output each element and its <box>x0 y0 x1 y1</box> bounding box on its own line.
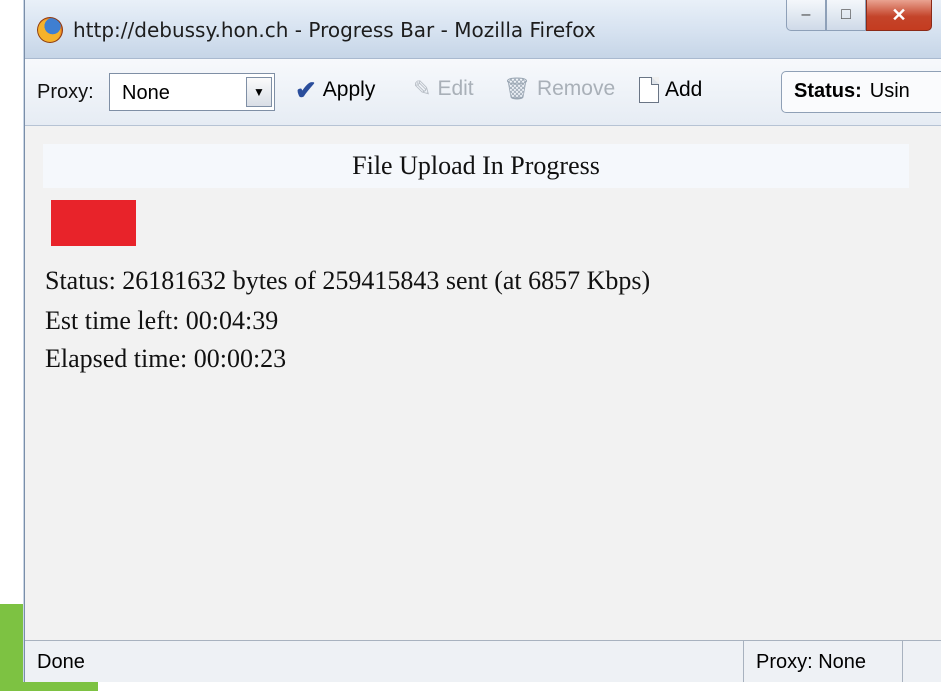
apply-button[interactable]: ✔ Apply <box>295 77 375 103</box>
add-label: Add <box>665 78 703 101</box>
elapsed-time-text: Elapsed time: 00:00:23 <box>45 344 287 373</box>
window-title: http://debussy.hon.ch - Progress Bar - M… <box>73 18 596 42</box>
proxy-toolbar: Proxy: None ▼ ✔ Apply ✎ Edit 🗑 Remove Ad… <box>25 59 941 126</box>
edit-label: Edit <box>437 77 474 100</box>
progress-bar <box>51 200 651 246</box>
status-bar-text: Done <box>37 651 85 673</box>
chevron-down-icon: ▼ <box>253 85 265 99</box>
title-bar: http://debussy.hon.ch - Progress Bar - M… <box>25 0 941 59</box>
trash-icon: 🗑 <box>503 76 531 101</box>
proxy-select-value: None <box>122 82 170 104</box>
minimize-icon: – <box>801 6 811 23</box>
maximize-icon: □ <box>841 6 851 23</box>
page-icon <box>639 77 659 103</box>
status-bar: Done Proxy: None <box>25 640 941 682</box>
status-label: Status: <box>794 80 862 102</box>
proxy-select[interactable]: None ▼ <box>109 73 275 111</box>
progress-bar-fill <box>51 200 136 246</box>
page-heading: File Upload In Progress <box>43 144 909 188</box>
browser-window: http://debussy.hon.ch - Progress Bar - M… <box>24 0 941 682</box>
window-controls: – □ ✕ <box>786 0 932 34</box>
close-button[interactable]: ✕ <box>866 0 932 31</box>
add-button[interactable]: Add <box>639 77 702 103</box>
status-bar-proxy: Proxy: None <box>743 641 903 682</box>
remove-button[interactable]: 🗑 Remove <box>503 77 615 101</box>
firefox-logo-icon <box>37 17 63 43</box>
pencil-icon: ✎ <box>413 76 432 101</box>
apply-label: Apply <box>322 78 376 101</box>
check-icon: ✔ <box>295 75 317 105</box>
edit-button[interactable]: ✎ Edit <box>413 77 474 101</box>
status-value: Usin <box>869 80 910 102</box>
proxy-label: Proxy: <box>37 81 94 103</box>
page-content: File Upload In Progress Status: 26181632… <box>25 126 941 640</box>
proxy-status-box: Status: Usin <box>781 71 941 113</box>
minimize-button[interactable]: – <box>786 0 826 31</box>
remove-label: Remove <box>536 77 616 100</box>
close-icon: ✕ <box>891 4 907 25</box>
est-time-left-text: Est time left: 00:04:39 <box>45 306 279 335</box>
dropdown-arrow-button[interactable]: ▼ <box>246 77 272 107</box>
upload-status-text: Status: 26181632 bytes of 259415843 sent… <box>45 266 651 295</box>
maximize-button[interactable]: □ <box>826 0 866 31</box>
